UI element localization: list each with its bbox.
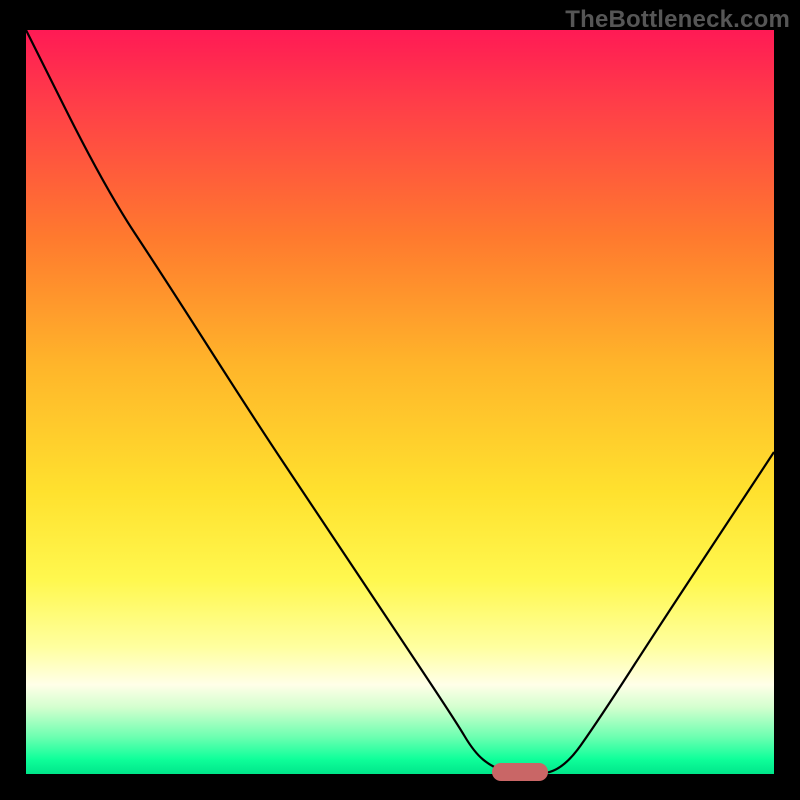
chart-container: TheBottleneck.com	[0, 0, 800, 800]
bottleneck-curve	[26, 30, 774, 774]
plot-frame	[26, 30, 774, 774]
watermark-text: TheBottleneck.com	[565, 6, 790, 34]
optimal-point-marker	[492, 763, 548, 781]
curve-layer	[26, 30, 774, 774]
plot-area	[26, 30, 774, 774]
